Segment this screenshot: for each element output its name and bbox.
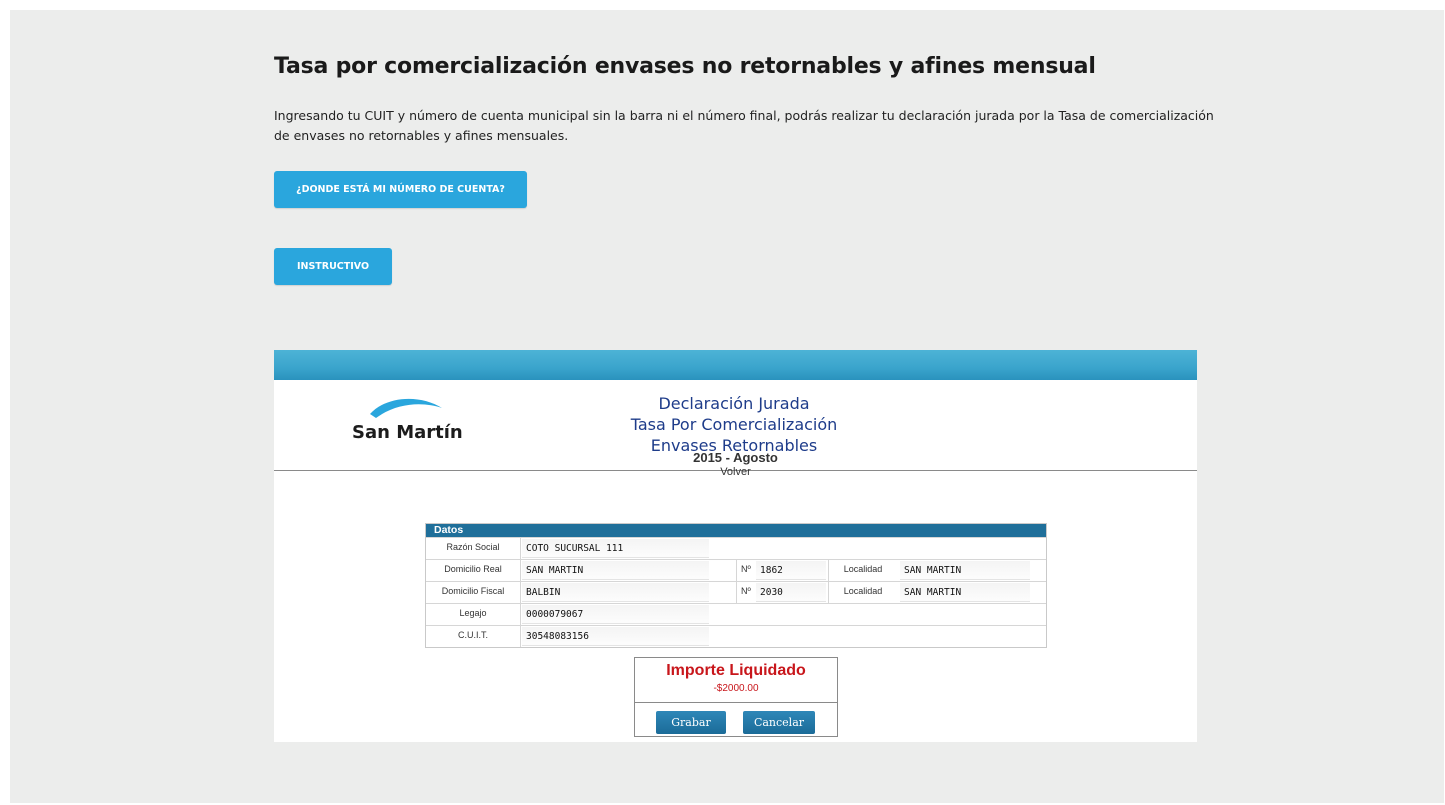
table-row: C.U.I.T. 30548083156	[426, 625, 1046, 647]
san-martin-logo: San Martín	[352, 394, 463, 454]
page-title: Tasa por comercialización envases no ret…	[274, 54, 1096, 79]
domicilio-fiscal-label: Domicilio Fiscal	[426, 582, 521, 603]
volver-link[interactable]: Volver	[274, 466, 1197, 478]
datos-header: Datos	[426, 524, 1046, 537]
importe-divider	[635, 702, 837, 703]
grabar-button[interactable]: Grabar	[656, 711, 726, 734]
form-top-bar	[274, 350, 1197, 380]
domicilio-fiscal-localidad-field[interactable]: SAN MARTIN	[900, 583, 1030, 602]
domicilio-real-number-field[interactable]: 1862	[756, 561, 826, 580]
razon-social-label: Razón Social	[426, 538, 521, 559]
domicilio-fiscal-field[interactable]: BALBIN	[522, 583, 709, 602]
logo-arc-icon	[370, 398, 442, 418]
importe-value: -$2000.00	[713, 683, 759, 694]
cuit-field[interactable]: 30548083156	[522, 627, 709, 646]
domicilio-fiscal-localidad-label: Localidad	[828, 582, 897, 603]
domicilio-real-number-label: Nº	[736, 560, 757, 581]
table-row: Domicilio Real SAN MARTIN Nº 1862 Locali…	[426, 559, 1046, 581]
table-row: Legajo 0000079067	[426, 603, 1046, 625]
legajo-label: Legajo	[426, 604, 521, 625]
form-title-line: Tasa Por Comercialización	[630, 415, 838, 434]
domicilio-real-label: Domicilio Real	[426, 560, 521, 581]
domicilio-fiscal-number-label: Nº	[736, 582, 757, 603]
importe-box: Importe Liquidado -$2000.00 Grabar Cance…	[634, 657, 838, 737]
form-title-line: Declaración Jurada	[658, 394, 810, 413]
table-row: Domicilio Fiscal BALBIN Nº 2030 Localida…	[426, 581, 1046, 603]
domicilio-real-field[interactable]: SAN MARTIN	[522, 561, 709, 580]
account-number-help-button[interactable]: ¿DONDE ESTÁ MI NÚMERO DE CUENTA?	[274, 171, 527, 208]
razon-social-field[interactable]: COTO SUCURSAL 111	[522, 539, 709, 558]
period-label: 2015 - Agosto	[693, 450, 778, 465]
domicilio-real-localidad-label: Localidad	[828, 560, 897, 581]
declaration-form-screenshot: San Martín Declaración Jurada Tasa Por C…	[274, 350, 1197, 742]
logo-text: San Martín	[352, 422, 463, 443]
datos-table: Datos Razón Social COTO SUCURSAL 111 Dom…	[425, 523, 1047, 648]
importe-title: Importe Liquidado	[666, 662, 806, 679]
page-background: Tasa por comercialización envases no ret…	[10, 10, 1444, 803]
cuit-label: C.U.I.T.	[426, 626, 521, 647]
form-title: Declaración Jurada Tasa Por Comercializa…	[574, 393, 894, 456]
cancelar-button[interactable]: Cancelar	[743, 711, 815, 734]
intro-text: Ingresando tu CUIT y número de cuenta mu…	[274, 108, 1214, 143]
instructivo-button[interactable]: INSTRUCTIVO	[274, 248, 392, 285]
domicilio-fiscal-number-field[interactable]: 2030	[756, 583, 826, 602]
legajo-field[interactable]: 0000079067	[522, 605, 709, 624]
domicilio-real-localidad-field[interactable]: SAN MARTIN	[900, 561, 1030, 580]
table-row: Razón Social COTO SUCURSAL 111	[426, 537, 1046, 559]
